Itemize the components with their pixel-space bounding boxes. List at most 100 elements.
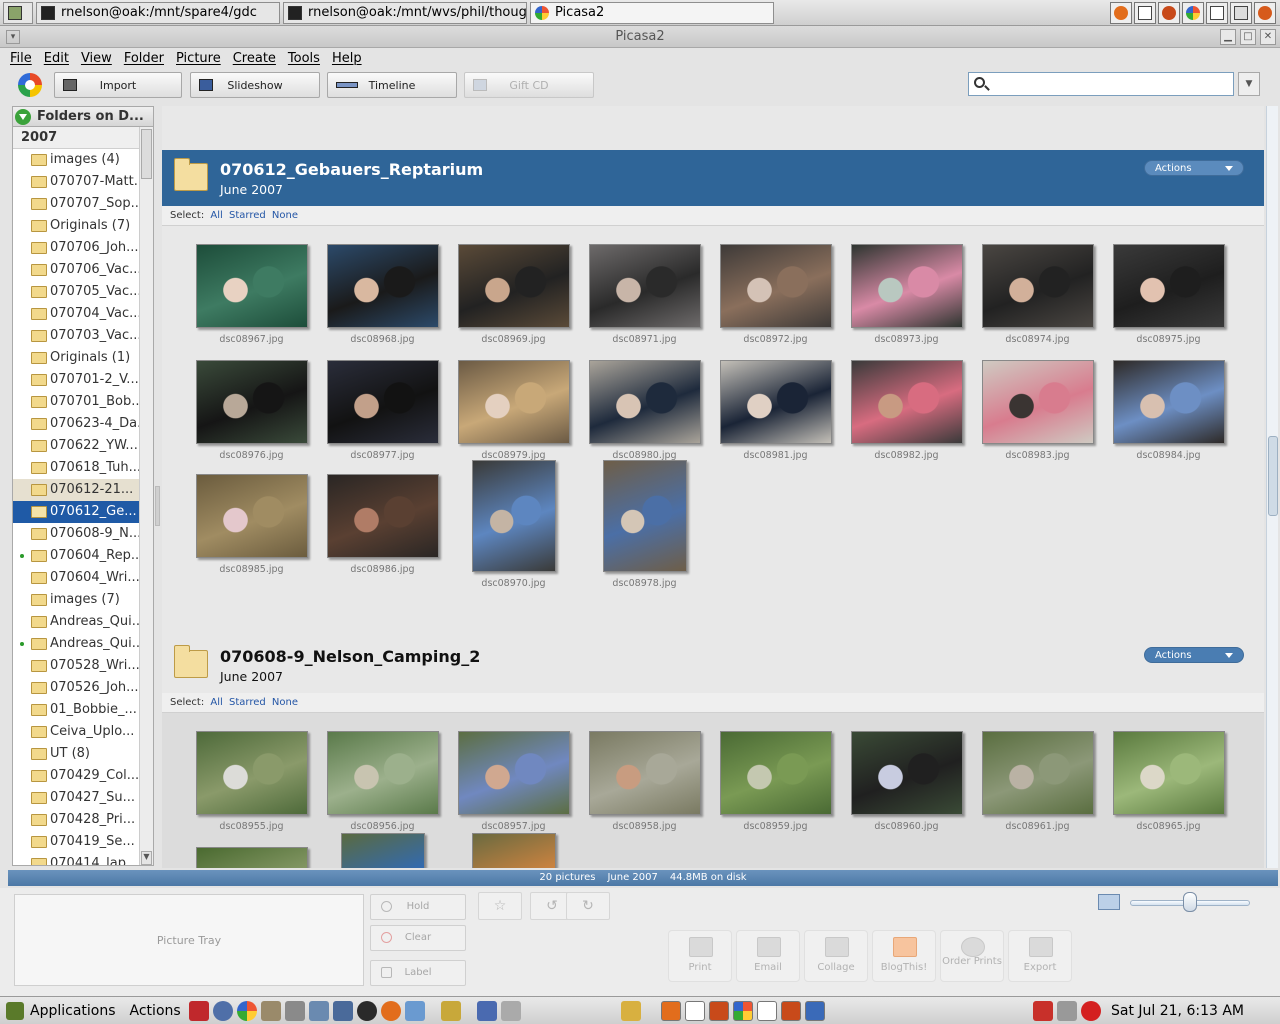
photo-thumbnail[interactable] — [448, 833, 579, 868]
photo-thumbnail[interactable]: dsc08958.jpg — [579, 731, 710, 832]
photo-image[interactable] — [195, 847, 308, 868]
folder-item[interactable]: Ceiva_Uplo... — [13, 721, 139, 743]
window-menu-icon[interactable]: ▾ — [6, 30, 20, 44]
folder-item[interactable]: 070612-21... — [13, 479, 139, 501]
folder-item[interactable]: 070701-2_V... — [13, 369, 139, 391]
photo-image[interactable] — [719, 244, 832, 328]
photo-thumbnail[interactable]: dsc08959.jpg — [710, 731, 841, 832]
folder-item[interactable]: 070618_Tuh... — [13, 457, 139, 479]
folder-item[interactable]: 070604_Wri... — [13, 567, 139, 589]
photo-thumbnail[interactable]: dsc08986.jpg — [317, 474, 448, 575]
folder-item[interactable]: images (7) — [13, 589, 139, 611]
blogthis-button[interactable]: BlogThis! — [872, 930, 936, 982]
firefox-icon[interactable] — [380, 1000, 401, 1021]
folder-scrollbar[interactable]: ▼ — [139, 127, 153, 865]
photo-image[interactable] — [850, 731, 963, 815]
menu-picture[interactable]: Picture — [176, 51, 221, 66]
folder-item[interactable]: 070704_Vac... — [13, 303, 139, 325]
window-launcher[interactable] — [1134, 1, 1156, 24]
mail-icon[interactable] — [332, 1000, 353, 1021]
taskbar-window-terminal-1[interactable]: rnelson@oak:/mnt/spare4/gdc — [36, 1, 280, 24]
photo-thumbnail[interactable]: dsc08971.jpg — [579, 244, 710, 345]
photo-image[interactable] — [326, 474, 439, 558]
photo-thumbnail[interactable] — [186, 847, 317, 868]
firefox-launcher-2[interactable] — [1158, 1, 1180, 24]
photo-thumbnail[interactable]: dsc08981.jpg — [710, 360, 841, 461]
folder-item[interactable]: 070703_Vac... — [13, 325, 139, 347]
photo-thumbnail[interactable]: dsc08965.jpg — [1103, 731, 1234, 832]
folder-item[interactable]: Andreas_Qui... — [13, 611, 139, 633]
album-actions-button[interactable]: Actions — [1144, 160, 1244, 176]
update-alert-icon[interactable] — [1080, 1000, 1101, 1021]
photo-image[interactable] — [719, 360, 832, 444]
envelope-icon[interactable] — [620, 1000, 641, 1021]
folder-item[interactable]: 070706_Joh... — [13, 237, 139, 259]
timeline-button[interactable]: Timeline — [327, 72, 457, 98]
close-button[interactable]: ✕ — [1260, 29, 1276, 45]
launcher-icon[interactable] — [188, 1000, 209, 1021]
taskbar-window-terminal-2[interactable]: rnelson@oak:/mnt/wvs/phil/thoughtlet — [283, 1, 527, 24]
photo-thumbnail[interactable]: dsc08982.jpg — [841, 360, 972, 461]
firefox-launcher-3[interactable] — [1254, 1, 1276, 24]
photo-thumbnail[interactable]: dsc08968.jpg — [317, 244, 448, 345]
library-scrollbar[interactable] — [1266, 106, 1278, 868]
folder-item[interactable]: 070428_Pri... — [13, 809, 139, 831]
photo-image[interactable] — [981, 731, 1094, 815]
show-desktop-button[interactable] — [3, 1, 33, 24]
taskbar-monitor-icon[interactable] — [804, 1000, 825, 1021]
slideshow-button[interactable]: Slideshow — [190, 72, 320, 98]
thumbnail-size-slider-knob[interactable] — [1183, 892, 1197, 912]
photo-thumbnail[interactable]: dsc08977.jpg — [317, 360, 448, 461]
photo-image[interactable] — [326, 360, 439, 444]
clear-button[interactable]: Clear — [370, 925, 466, 951]
folder-item[interactable]: 01_Bobbie_... — [13, 699, 139, 721]
scroll-down-icon[interactable]: ▼ — [141, 851, 152, 865]
photo-image[interactable] — [340, 833, 425, 868]
file-manager-icon[interactable] — [260, 1000, 281, 1021]
photo-image[interactable] — [471, 833, 556, 868]
photo-image[interactable] — [195, 360, 308, 444]
clock[interactable]: Sat Jul 21, 6:13 AM — [1111, 1003, 1244, 1019]
star-button[interactable]: ☆ — [478, 892, 522, 920]
menu-tools[interactable]: Tools — [288, 51, 320, 66]
folder-item[interactable]: 070427_Su... — [13, 787, 139, 809]
folder-item[interactable]: Andreas_Qui... — [13, 633, 139, 655]
photo-image[interactable] — [1112, 360, 1225, 444]
search-dropdown-button[interactable]: ▼ — [1238, 72, 1260, 96]
photo-thumbnail[interactable]: dsc08972.jpg — [710, 244, 841, 345]
search-input[interactable] — [968, 72, 1234, 96]
folder-item[interactable]: UT (8) — [13, 743, 139, 765]
collage-button[interactable]: Collage — [804, 930, 868, 982]
taskbar-firefox-icon-2[interactable] — [708, 1000, 729, 1021]
folder-item[interactable]: 070705_Vac... — [13, 281, 139, 303]
photo-thumbnail[interactable]: dsc08980.jpg — [579, 360, 710, 461]
photo-image[interactable] — [457, 731, 570, 815]
rotate-right-button[interactable]: ↻ — [566, 892, 610, 920]
folder-item[interactable]: 070612_Ge... — [13, 501, 139, 523]
select-starred-link[interactable]: Starred — [229, 697, 266, 708]
export-button[interactable]: Export — [1008, 930, 1072, 982]
workspace-launcher[interactable] — [1230, 1, 1252, 24]
photo-image[interactable] — [326, 731, 439, 815]
photo-image[interactable] — [457, 360, 570, 444]
photo-thumbnail[interactable]: dsc08955.jpg — [186, 731, 317, 832]
photo-image[interactable] — [719, 731, 832, 815]
picasa-launcher[interactable] — [1182, 1, 1204, 24]
maximize-button[interactable]: □ — [1240, 29, 1256, 45]
menu-folder[interactable]: Folder — [124, 51, 164, 66]
photo-thumbnail[interactable]: dsc08985.jpg — [186, 474, 317, 575]
photo-thumbnail[interactable] — [317, 833, 448, 868]
photo-thumbnail[interactable]: dsc08973.jpg — [841, 244, 972, 345]
album-header[interactable]: 070608-9_Nelson_Camping_2 June 2007 Action… — [162, 637, 1264, 693]
photo-image[interactable] — [588, 244, 701, 328]
firefox-launcher[interactable] — [1110, 1, 1132, 24]
photo-thumbnail[interactable]: dsc08976.jpg — [186, 360, 317, 461]
photo-image[interactable] — [471, 460, 556, 572]
photo-image[interactable] — [326, 244, 439, 328]
folder-item[interactable]: 070706_Vac... — [13, 259, 139, 281]
folder-item[interactable]: 070608-9_N... — [13, 523, 139, 545]
photo-thumbnail[interactable]: dsc08961.jpg — [972, 731, 1103, 832]
print-button[interactable]: Print — [668, 930, 732, 982]
editor-icon[interactable] — [284, 1000, 305, 1021]
taskbar-window-picasa[interactable]: Picasa2 — [530, 1, 774, 24]
